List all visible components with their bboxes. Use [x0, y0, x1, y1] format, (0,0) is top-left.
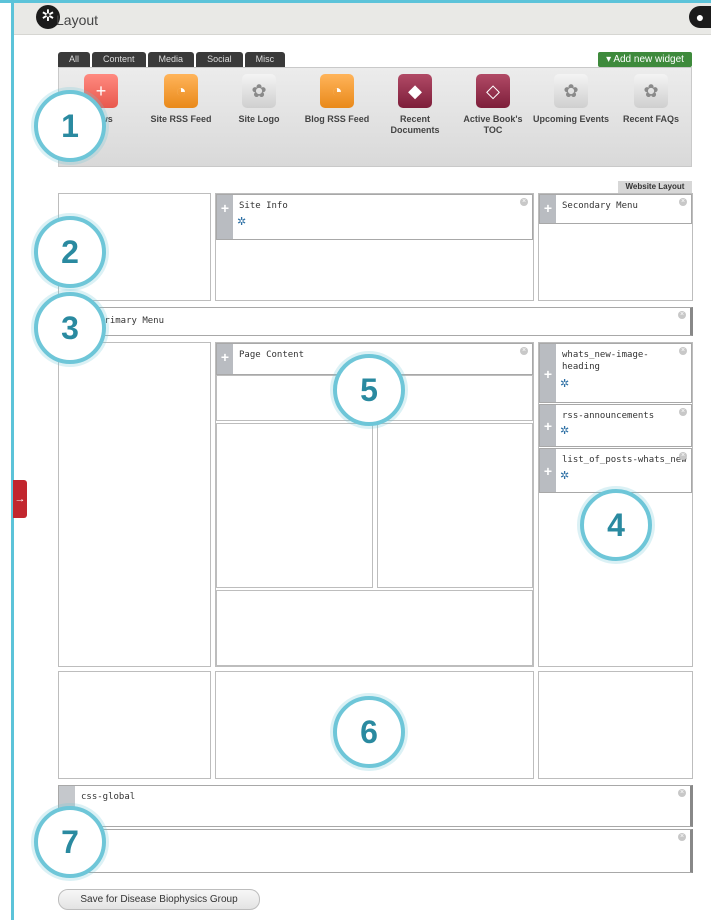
save-button[interactable]: Save for Disease Biophysics Group [58, 889, 260, 910]
widget-box-label: css-global [81, 792, 136, 802]
content-sub-region-bottom [216, 590, 533, 666]
widget-box-label: whats_new-image-heading [562, 350, 649, 372]
title-bar: ✲ Layout ● [14, 3, 711, 35]
widget-label: Active Book's TOC [463, 114, 523, 135]
callout-1: 1 [34, 90, 106, 162]
widget-box-label: Site Info [239, 201, 288, 211]
settings-cog-icon[interactable]: ✲ [560, 469, 569, 482]
region-footer-right [538, 671, 693, 779]
region-header-center: + Site Info ✲ × [215, 193, 534, 301]
region-sidebar-left [58, 342, 211, 667]
region-footer-left [58, 671, 211, 779]
widget-label: Blog RSS Feed [304, 114, 370, 124]
close-icon[interactable]: × [679, 198, 687, 206]
widget-blog-rss-feed[interactable]: ◔ Blog RSS Feed [297, 74, 377, 125]
widget-box-rss-announcements[interactable]: + rss-announcements ✲ × [539, 404, 692, 447]
website-layout-tag: Website Layout [618, 181, 692, 193]
widget-box-whats-new-image-heading[interactable]: + whats_new-image-heading ✲ × [539, 343, 692, 403]
drag-handle-icon[interactable]: + [540, 405, 556, 446]
widget-box-label: Secondary Menu [562, 201, 638, 211]
tab-media[interactable]: Media [147, 52, 195, 67]
widget-palette: + News ◔ Site RSS Feed ✿ Site Logo ◔ Blo… [58, 67, 692, 167]
tab-social[interactable]: Social [196, 52, 243, 67]
widget-box-label: Primary Menu [99, 316, 165, 326]
close-icon[interactable]: × [679, 347, 687, 355]
widget-box-label: list_of_posts-whats_new [562, 455, 687, 465]
gear-icon: ✿ [242, 74, 276, 108]
callout-7: 7 [34, 806, 106, 878]
expand-arrow-icon[interactable]: → [13, 480, 27, 518]
widget-box-site-info[interactable]: + Site Info ✲ × [216, 194, 533, 240]
close-icon[interactable]: × [520, 347, 528, 355]
widget-label: Site RSS Feed [150, 114, 212, 124]
widget-box-js[interactable]: js × [58, 829, 693, 873]
widget-site-logo[interactable]: ✿ Site Logo [219, 74, 299, 125]
callout-3: 3 [34, 292, 106, 364]
page-title: Layout [56, 12, 99, 28]
drag-handle-icon[interactable]: + [540, 344, 556, 402]
close-icon[interactable]: × [678, 833, 686, 841]
widget-box-label: rss-announcements [562, 411, 655, 421]
widget-label: Site Logo [238, 114, 280, 124]
add-new-widget-button[interactable]: ▾ Add new widget [598, 52, 692, 67]
widget-site-rss-feed[interactable]: ◔ Site RSS Feed [141, 74, 221, 125]
content-column-right [377, 423, 533, 588]
callout-4: 4 [580, 489, 652, 561]
gear-icon: ✿ [634, 74, 668, 108]
close-icon[interactable]: × [678, 311, 686, 319]
rss-icon: ◔ [164, 74, 198, 108]
user-icon[interactable]: ● [689, 6, 711, 28]
settings-cog-icon[interactable]: ✲ [560, 424, 569, 437]
widget-recent-faqs[interactable]: ✿ Recent FAQs [611, 74, 691, 125]
content-column-left [216, 423, 373, 588]
widget-box-primary-menu[interactable]: Primary Menu × [58, 307, 693, 336]
rss-icon: ◔ [320, 74, 354, 108]
widget-category-tabs: All Content Media Social Misc [58, 52, 286, 67]
document-icon: ◆ [398, 74, 432, 108]
widget-recent-documents[interactable]: ◆ Recent Documents [375, 74, 455, 136]
close-icon[interactable]: × [679, 408, 687, 416]
left-frame-line [11, 0, 14, 920]
widget-label: Recent FAQs [622, 114, 680, 124]
region-header-right: + Secondary Menu × [538, 193, 693, 301]
settings-cog-icon[interactable]: ✲ [237, 215, 246, 228]
tab-content[interactable]: Content [92, 52, 146, 67]
widget-box-list-of-posts[interactable]: + list_of_posts-whats_new ✲ × [539, 448, 692, 493]
widget-upcoming-events[interactable]: ✿ Upcoming Events [531, 74, 611, 125]
close-icon[interactable]: × [520, 198, 528, 206]
gear-icon: ✿ [554, 74, 588, 108]
widget-box-secondary-menu[interactable]: + Secondary Menu × [539, 194, 692, 224]
add-widget-label: Add new widget [613, 54, 684, 65]
close-icon[interactable]: × [678, 789, 686, 797]
book-icon: ◇ [476, 74, 510, 108]
drag-handle-icon[interactable]: + [540, 449, 556, 492]
drag-handle-icon[interactable]: + [540, 195, 556, 223]
callout-5: 5 [333, 354, 405, 426]
widget-label: Upcoming Events [532, 114, 609, 124]
settings-cog-icon[interactable]: ✲ [560, 377, 569, 390]
widget-box-label: Page Content [239, 350, 305, 360]
callout-2: 2 [34, 216, 106, 288]
widget-label: Recent Documents [390, 114, 440, 135]
widget-active-books-toc[interactable]: ◇ Active Book's TOC [453, 74, 533, 136]
callout-6: 6 [333, 696, 405, 768]
widget-box-css-global[interactable]: css-global × [58, 785, 693, 827]
tab-all[interactable]: All [58, 52, 91, 67]
drag-handle-icon[interactable]: + [217, 195, 233, 239]
drag-handle-icon[interactable]: + [217, 344, 233, 374]
close-icon[interactable]: × [679, 452, 687, 460]
tab-misc[interactable]: Misc [244, 52, 286, 67]
